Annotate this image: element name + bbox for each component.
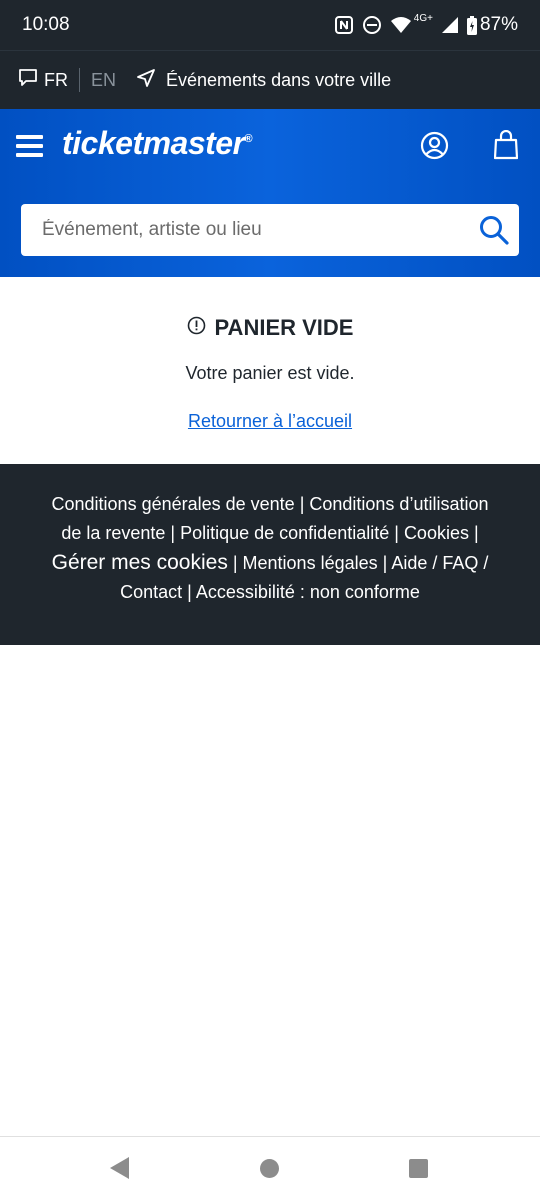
logo-text: ticketmaster [62,125,245,161]
footer-link-manage-cookies[interactable]: Gérer mes cookies [52,551,228,574]
bag-icon[interactable] [493,129,519,165]
location-label: Événements dans votre ville [166,69,392,90]
search-input[interactable] [42,219,479,241]
wifi-icon [390,16,412,34]
footer-link-privacy[interactable]: Politique de confidentialité [180,523,389,543]
location-arrow-icon [136,68,156,93]
status-icons: 4G+ 87% [334,12,518,36]
empty-cart-title: PANIER VIDE [214,315,354,340]
footer-link-legal[interactable]: Mentions légales [243,553,378,573]
signal-icon [441,16,459,34]
chat-icon [18,68,38,92]
footer-link-accessibility[interactable]: Accessibilité : non conforme [196,582,420,602]
network-type: 4G+ [413,12,433,24]
lang-fr-label: FR [44,69,68,90]
back-home-link[interactable]: Retourner à l’accueil [188,411,352,432]
location-link[interactable]: Événements dans votre ville [136,68,391,93]
recents-icon[interactable] [409,1159,428,1178]
ticketmaster-logo[interactable]: ticketmaster® [62,125,253,162]
status-bar: 10:08 4G+ 87% [0,0,540,50]
dnd-icon [362,15,382,35]
search-icon[interactable] [479,215,509,245]
empty-cart-message: Votre panier est vide. [185,363,355,383]
lang-en-button[interactable]: EN [91,70,116,91]
alert-icon [187,315,206,341]
site-footer: Conditions générales de vente | Conditio… [0,464,540,645]
home-icon[interactable] [260,1159,279,1178]
battery-level: 87% [479,14,518,35]
account-icon[interactable] [420,131,449,165]
lang-en-label: EN [91,69,117,90]
search-box [21,204,519,256]
footer-link-contact[interactable]: Contact [120,582,182,602]
system-nav-bar [0,1136,540,1200]
empty-cart-section: PANIER VIDE Votre panier est vide. Retou… [0,277,540,464]
nfc-icon [334,15,354,35]
footer-link-help[interactable]: Aide / FAQ [391,553,478,573]
back-icon[interactable] [110,1157,129,1179]
menu-icon[interactable] [16,135,43,157]
site-header: ticketmaster® [0,109,540,277]
lang-fr-button[interactable]: FR [18,68,68,92]
lang-divider [79,68,80,92]
language-bar: FR EN Événements dans votre ville [0,50,540,109]
footer-link-cookies[interactable]: Cookies [404,523,469,543]
battery-icon [466,15,477,35]
footer-link-cgv[interactable]: Conditions générales de vente [52,494,295,514]
empty-cart-heading: PANIER VIDE [0,315,540,341]
status-time: 10:08 [22,14,70,35]
logo-registered: ® [244,133,253,145]
